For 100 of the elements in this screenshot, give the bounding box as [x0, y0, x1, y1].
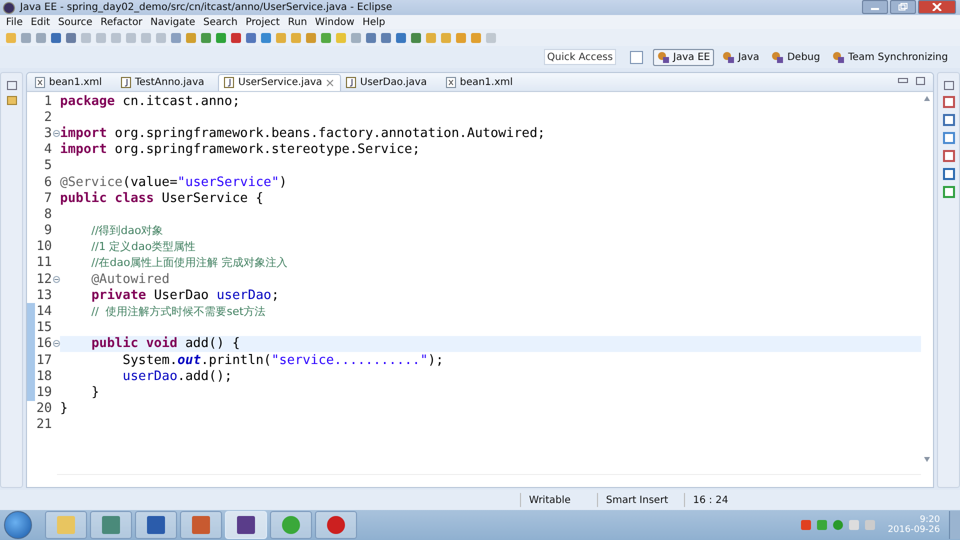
view-icon[interactable]	[942, 150, 954, 162]
maximize-icon[interactable]	[916, 77, 925, 85]
minimize-icon[interactable]	[898, 78, 908, 83]
view-icon[interactable]	[942, 168, 954, 180]
perspective-icon	[771, 50, 784, 64]
editor-tab[interactable]: TestAnno.java	[116, 75, 218, 91]
menu-item[interactable]: Help	[358, 16, 390, 28]
perspective-button[interactable]: Java	[718, 48, 764, 66]
view-icon[interactable]	[942, 186, 954, 198]
menu-item[interactable]: Window	[311, 16, 358, 28]
line-number: 14	[35, 304, 52, 320]
code-line: @Autowired	[90, 272, 170, 287]
close-button[interactable]	[918, 0, 956, 14]
line-number: 8	[43, 206, 52, 222]
restore-button[interactable]	[890, 0, 916, 14]
view-icon[interactable]	[942, 96, 954, 108]
line-number: 11	[35, 255, 52, 270]
code-line: //得到dao对象	[90, 223, 164, 238]
close-icon	[932, 3, 942, 11]
line-number: 2	[43, 110, 52, 125]
menu-item[interactable]: Edit	[26, 16, 54, 28]
perspective-button[interactable]: Debug	[767, 48, 824, 66]
up-arrow-icon[interactable]	[924, 96, 930, 101]
restore-icon[interactable]	[6, 81, 16, 90]
perspective-icon	[832, 50, 846, 64]
code-line: }	[90, 384, 100, 400]
perspective-button[interactable]: Java EE	[653, 48, 714, 66]
menu-item[interactable]: File	[2, 16, 27, 28]
open-perspective-icon[interactable]	[630, 50, 644, 64]
show-desktop-button[interactable]	[949, 511, 960, 539]
menu-item[interactable]: Run	[284, 16, 312, 28]
code-line: import org.springframework.stereotype.Service;	[60, 142, 420, 158]
start-button[interactable]	[4, 511, 32, 539]
code-line: // 使用注解方式时候不需要set方法	[90, 304, 266, 320]
quick-access-field[interactable]: Quick Access	[544, 49, 616, 65]
tray-icon[interactable]	[800, 520, 811, 530]
code-line: @Service(value="userService")	[60, 174, 287, 190]
menu-item[interactable]: Source	[54, 16, 96, 28]
editor-tab[interactable]: UserService.java	[218, 74, 342, 91]
taskbar-app[interactable]	[135, 511, 177, 539]
perspective-icon	[722, 50, 736, 64]
line-number: 5	[43, 158, 52, 174]
menu-item[interactable]: Refactor	[96, 16, 146, 28]
editor-tab[interactable]: bean1.xml	[30, 75, 116, 91]
java-file-icon	[120, 77, 131, 88]
line-number: 6	[43, 174, 52, 190]
down-arrow-icon[interactable]	[924, 457, 930, 462]
editor-tab[interactable]: bean1.xml	[440, 75, 527, 91]
view-icon[interactable]	[942, 132, 954, 144]
editor-tab[interactable]: UserDao.java	[341, 75, 441, 91]
line-number: 13	[35, 288, 52, 303]
fold-icon[interactable]	[52, 276, 60, 283]
java-file-icon	[346, 77, 356, 88]
code-line: private UserDao userDao;	[90, 288, 280, 303]
code-line: System.out.println("service...........");	[122, 352, 444, 368]
fold-icon[interactable]	[52, 340, 60, 348]
line-number: 20	[35, 401, 52, 416]
menu-item[interactable]: Navigate	[146, 16, 200, 28]
code-line: userDao.add();	[122, 368, 232, 384]
code-line: public class UserService {	[60, 190, 264, 206]
line-number: 1	[43, 94, 52, 109]
clock-date: 2016-09-26	[888, 525, 940, 535]
line-number: 19	[35, 384, 52, 400]
line-number: 16	[35, 336, 52, 352]
status-field: Writable	[520, 493, 597, 507]
line-number: 15	[35, 320, 52, 336]
line-number: 3	[43, 126, 52, 141]
close-icon[interactable]	[326, 78, 334, 86]
status-field: 16 : 24	[684, 493, 736, 507]
minimize-button[interactable]	[862, 0, 888, 14]
tray-icon[interactable]	[816, 520, 827, 530]
code-line: package cn.itcast.anno;	[60, 94, 240, 109]
fold-icon[interactable]	[52, 130, 60, 137]
line-number: 10	[35, 239, 52, 254]
xml-file-icon	[35, 77, 45, 88]
clock-time: 9:20	[920, 515, 940, 525]
perspective-icon	[657, 50, 670, 64]
window-title: Java EE - spring_day02_demo/src/cn/itcast/anno/UserService.java - Eclipse	[20, 2, 394, 13]
line-number: 17	[35, 352, 52, 368]
line-number: 7	[43, 190, 52, 206]
line-number: 9	[43, 223, 52, 238]
view-icon[interactable]	[942, 114, 954, 126]
code-line: }	[60, 401, 68, 416]
line-number: 12	[35, 272, 52, 287]
perspective-button[interactable]: Team Synchronizing	[828, 48, 952, 66]
status-field: Smart Insert	[597, 493, 684, 507]
code-line: //在dao属性上面使用注解 完成对象注入	[90, 255, 288, 270]
java-file-icon	[224, 77, 234, 88]
xml-file-icon	[446, 77, 456, 88]
menu-item[interactable]: Search	[199, 16, 242, 28]
line-number: 18	[35, 368, 52, 384]
line-number: 21	[35, 417, 52, 432]
line-number: 4	[43, 142, 52, 158]
restore-icon[interactable]	[944, 81, 954, 90]
tray-icon[interactable]	[848, 520, 859, 530]
taskbar-app[interactable]	[315, 511, 357, 539]
restore-icon	[898, 3, 908, 11]
code-line: //1 定义dao类型属性	[90, 239, 196, 254]
tray-icon[interactable]	[832, 520, 843, 530]
menu-item[interactable]: Project	[242, 16, 284, 28]
